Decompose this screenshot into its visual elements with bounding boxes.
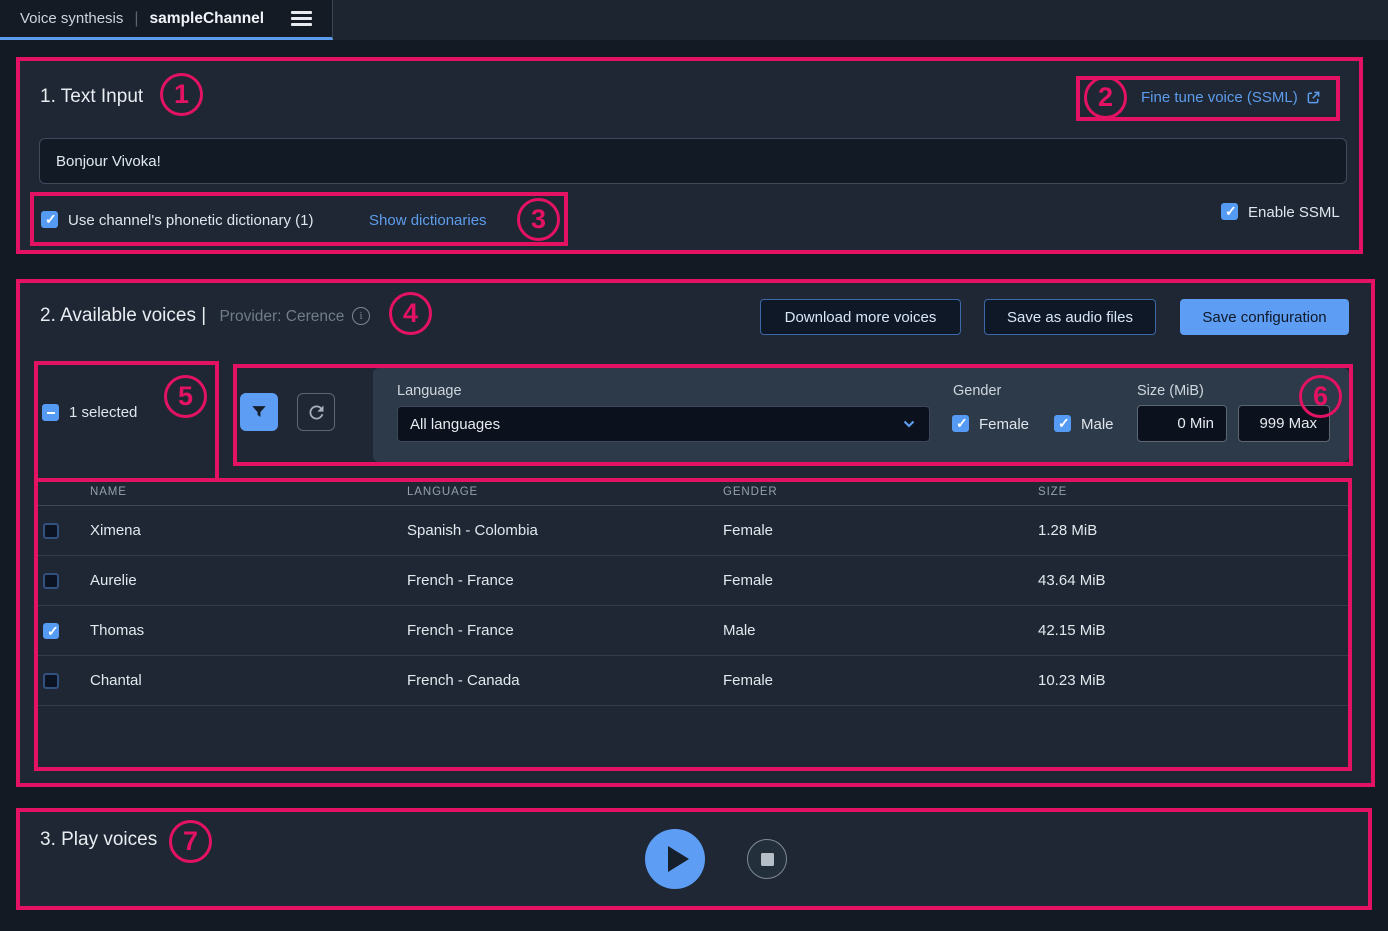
table-row-thomas[interactable]: Thomas French - France Male 42.15 MiB bbox=[38, 606, 1348, 656]
language-select-value: All languages bbox=[410, 416, 500, 433]
header-name: NAME bbox=[90, 486, 127, 498]
hamburger-icon[interactable] bbox=[291, 11, 312, 26]
cell-language: French - France bbox=[407, 622, 514, 639]
enable-ssml-checkbox[interactable] bbox=[1221, 203, 1238, 220]
header-language: LANGUAGE bbox=[407, 486, 478, 498]
language-label: Language bbox=[397, 383, 462, 399]
selected-count-label: 1 selected bbox=[69, 404, 137, 421]
filter-funnel-icon bbox=[249, 402, 269, 422]
save-as-audio-files-button[interactable]: Save as audio files bbox=[984, 299, 1156, 335]
app-title: Voice synthesis bbox=[20, 10, 123, 27]
text-input-value: Bonjour Vivoka! bbox=[56, 153, 161, 170]
voices-table: NAME LANGUAGE GENDER SIZE Ximena Spanish… bbox=[38, 481, 1348, 767]
phonetic-dictionary-label: Use channel's phonetic dictionary (1) bbox=[68, 212, 314, 229]
tab-sample-channel[interactable]: Voice synthesis | sampleChannel bbox=[0, 0, 333, 40]
table-row-ximena[interactable]: Ximena Spanish - Colombia Female 1.28 Mi… bbox=[38, 506, 1348, 556]
stop-button[interactable] bbox=[747, 839, 787, 879]
row-checkbox[interactable] bbox=[43, 523, 59, 539]
fine-tune-ssml-link[interactable]: Fine tune voice (SSML) bbox=[1141, 89, 1321, 106]
cell-language: French - France bbox=[407, 572, 514, 589]
section1-title: 1. Text Input bbox=[40, 86, 143, 108]
voice-synthesis-app: Voice synthesis | sampleChannel 1. Text … bbox=[0, 0, 1388, 931]
male-label: Male bbox=[1081, 416, 1114, 433]
cell-gender: Female bbox=[723, 522, 773, 539]
text-input[interactable]: Bonjour Vivoka! bbox=[39, 138, 1347, 184]
cell-size: 42.15 MiB bbox=[1038, 622, 1106, 639]
row-checkbox[interactable] bbox=[43, 673, 59, 689]
cell-gender: Female bbox=[723, 572, 773, 589]
provider-label: Provider: Cerence bbox=[219, 308, 344, 325]
enable-ssml-label: Enable SSML bbox=[1248, 204, 1340, 221]
gender-label: Gender bbox=[953, 383, 1001, 399]
table-header-row: NAME LANGUAGE GENDER SIZE bbox=[38, 481, 1348, 506]
show-dictionaries-link[interactable]: Show dictionaries bbox=[369, 212, 487, 229]
select-all-checkbox[interactable] bbox=[42, 404, 59, 421]
cell-gender: Male bbox=[723, 622, 756, 639]
top-bar: Voice synthesis | sampleChannel bbox=[0, 0, 1388, 40]
refresh-icon bbox=[306, 402, 327, 423]
male-checkbox[interactable] bbox=[1054, 415, 1071, 432]
size-min-input[interactable]: 0 Min bbox=[1137, 405, 1227, 442]
cell-name: Chantal bbox=[90, 672, 142, 689]
channel-name: sampleChannel bbox=[150, 10, 265, 28]
play-icon bbox=[668, 846, 689, 872]
section2-title: 2. Available voices | Provider: Cerence bbox=[40, 305, 344, 327]
language-select[interactable]: All languages bbox=[397, 406, 930, 442]
row-checkbox[interactable] bbox=[43, 623, 59, 639]
stop-icon bbox=[761, 853, 774, 866]
cell-size: 43.64 MiB bbox=[1038, 572, 1106, 589]
fine-tune-ssml-label: Fine tune voice (SSML) bbox=[1141, 89, 1298, 106]
section3-title: 3. Play voices bbox=[40, 829, 157, 851]
save-configuration-button[interactable]: Save configuration bbox=[1180, 299, 1349, 335]
header-size: SIZE bbox=[1038, 486, 1067, 498]
cell-language: Spanish - Colombia bbox=[407, 522, 538, 539]
download-more-voices-button[interactable]: Download more voices bbox=[760, 299, 961, 335]
table-row-chantal[interactable]: Chantal French - Canada Female 10.23 MiB bbox=[38, 656, 1348, 706]
size-mib-label: Size (MiB) bbox=[1137, 383, 1204, 399]
cell-name: Thomas bbox=[90, 622, 144, 639]
chevron-down-icon bbox=[901, 416, 917, 432]
cell-name: Aurelie bbox=[90, 572, 137, 589]
cell-size: 1.28 MiB bbox=[1038, 522, 1097, 539]
size-max-input[interactable]: 999 Max bbox=[1238, 405, 1330, 442]
table-row-aurelie[interactable]: Aurelie French - France Female 43.64 MiB bbox=[38, 556, 1348, 606]
external-link-icon bbox=[1306, 90, 1321, 105]
female-checkbox[interactable] bbox=[952, 415, 969, 432]
row-checkbox[interactable] bbox=[43, 573, 59, 589]
filter-button[interactable] bbox=[240, 393, 278, 431]
play-button[interactable] bbox=[645, 829, 705, 889]
info-icon[interactable] bbox=[352, 307, 370, 325]
header-gender: GENDER bbox=[723, 486, 778, 498]
cell-size: 10.23 MiB bbox=[1038, 672, 1106, 689]
refresh-button[interactable] bbox=[297, 393, 335, 431]
title-divider: | bbox=[134, 10, 138, 28]
cell-name: Ximena bbox=[90, 522, 141, 539]
cell-gender: Female bbox=[723, 672, 773, 689]
female-label: Female bbox=[979, 416, 1029, 433]
section2-title-text: 2. Available voices | bbox=[40, 305, 206, 326]
cell-language: French - Canada bbox=[407, 672, 520, 689]
phonetic-dictionary-checkbox[interactable] bbox=[41, 211, 58, 228]
